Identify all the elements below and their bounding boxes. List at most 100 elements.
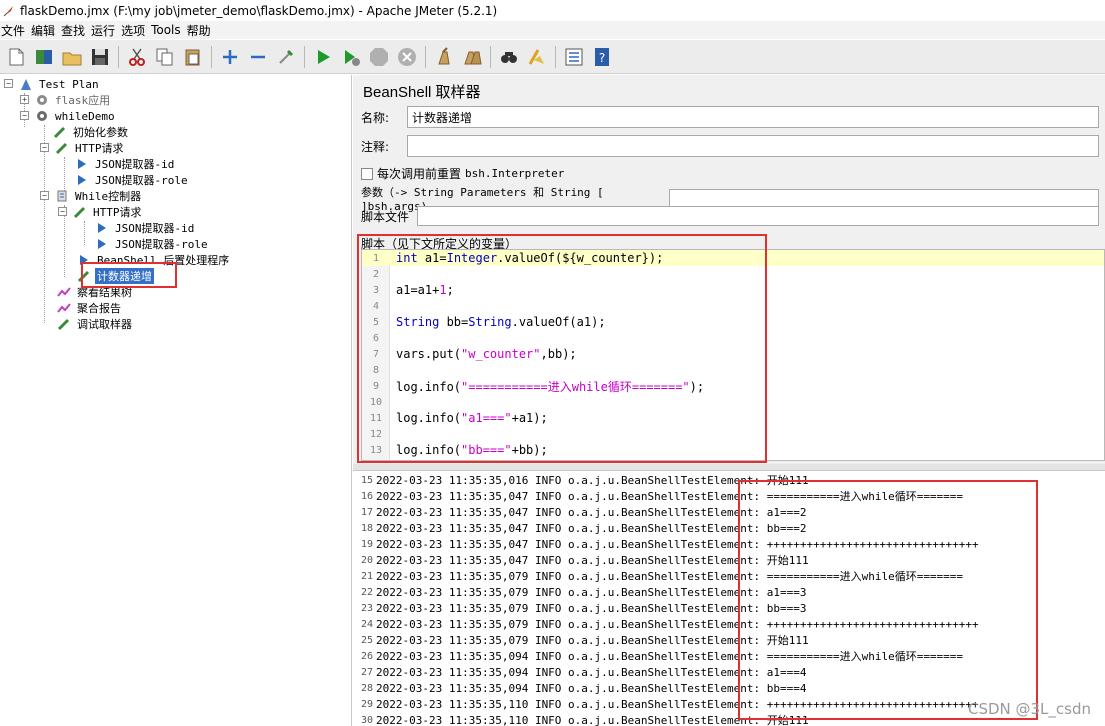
start-icon[interactable] [312,46,334,68]
tree-node-json-id-2[interactable]: JSON提取器-id [94,220,196,236]
log-line: 22 2022-03-23 11:35:35,079 INFO o.a.j.u.B… [353,584,807,600]
tree-node-json-id-1[interactable]: JSON提取器-id [74,156,176,172]
function-helper-icon[interactable] [563,46,585,68]
script-line[interactable]: 3 a1=a1+1; [362,282,1104,298]
log-line: 20 2022-03-23 11:35:35,047 INFO o.a.j.u.B… [353,552,809,568]
menu-run[interactable]: 运行 [90,22,120,39]
name-label: 名称: [361,110,390,125]
reset-interpreter-checkbox[interactable] [361,167,373,180]
paste-icon[interactable] [182,46,204,68]
stop-icon[interactable] [368,46,390,68]
tree-node-json-role-2[interactable]: JSON提取器-role [94,236,210,252]
shutdown-icon[interactable] [396,46,418,68]
line-number: 13 [369,444,383,456]
tree-node-flask[interactable]: + flask应用 [20,92,112,108]
script-line[interactable]: 1 int a1=Integer.valueOf(${w_counter}); [362,250,1104,266]
log-line: 19 2022-03-23 11:35:35,047 INFO o.a.j.u.B… [353,536,979,552]
script-line[interactable]: 6 [362,330,1104,346]
test-plan-tree: − Test Plan + flask应用 − whileDemo 初始化参数 … [0,75,352,726]
log-line-text: 2022-03-23 11:35:35,094 INFO o.a.j.u.Bea… [376,681,807,695]
tree-node-aggregate-report[interactable]: 聚合报告 [56,300,123,316]
log-line-number: 26 [360,650,373,662]
script-line[interactable]: 2 [362,266,1104,282]
expand-toggle[interactable]: + [20,95,29,104]
post-processor-arrow-icon [74,157,90,171]
log-line-text: 2022-03-23 11:35:35,047 INFO o.a.j.u.Bea… [376,554,809,567]
title-bar: flaskDemo.jmx (F:\my job\jmeter_demo\fla… [0,0,1105,21]
expand-icon[interactable] [219,46,241,68]
collapse-toggle[interactable]: − [58,207,67,216]
toolbar-separator [490,45,491,68]
script-line[interactable]: 9 log.info("===========进入while循环=======")… [362,378,1104,394]
tree-node-while-controller[interactable]: − While控制器 [40,188,143,204]
script-line[interactable]: 4 [362,298,1104,314]
collapse-toggle[interactable]: − [40,191,49,200]
tree-node-counter-increment[interactable]: 计数器递增 [76,268,154,284]
collapse-toggle[interactable]: − [40,143,49,152]
collapse-toggle[interactable]: − [4,79,13,88]
tree-node-while-demo[interactable]: − whileDemo [20,108,117,124]
script-line[interactable]: 5 String bb=String.valueOf(a1); [362,314,1104,330]
clear-icon[interactable] [433,46,455,68]
cut-icon[interactable] [126,46,148,68]
svg-text:?: ? [599,51,605,65]
tree-node-debug-sampler[interactable]: 调试取样器 [56,316,134,332]
script-line[interactable]: 10 [362,394,1104,410]
comment-input[interactable] [407,135,1099,157]
line-number: 1 [372,252,380,264]
menu-help[interactable]: 帮助 [186,22,216,39]
tree-node-init-params[interactable]: 初始化参数 [52,124,130,140]
post-processor-arrow-icon [76,253,92,267]
line-number: 6 [372,332,380,344]
log-line: 28 2022-03-23 11:35:35,094 INFO o.a.j.u.B… [353,680,807,696]
help-icon[interactable]: ? [591,46,613,68]
script-file-input[interactable] [417,206,1099,226]
log-line-text: 2022-03-23 11:35:35,079 INFO o.a.j.u.Bea… [376,601,807,615]
tree-node-http-request-2[interactable]: − HTTP请求 [58,204,144,220]
menu-bar: 文件 编辑 查找 运行 选项 Tools 帮助 [0,21,1105,39]
menu-tools[interactable]: Tools [150,23,186,37]
search-icon[interactable] [498,46,520,68]
tree-node-view-results-tree[interactable]: 察看结果树 [56,284,134,300]
log-line-number: 15 [360,474,373,486]
name-input[interactable]: 计数器递增 [407,106,1099,128]
line-number: 12 [369,428,383,440]
menu-file[interactable]: 文件 [0,22,30,39]
menu-search[interactable]: 查找 [60,22,90,39]
menu-options[interactable]: 选项 [120,22,150,39]
new-icon[interactable] [5,46,27,68]
script-line[interactable]: 13 log.info("bb==="+bb); [362,442,1104,458]
script-line[interactable]: 8 [362,362,1104,378]
reset-search-icon[interactable] [526,46,548,68]
script-line[interactable]: 12 [362,426,1104,442]
log-line: 25 2022-03-23 11:35:35,079 INFO o.a.j.u.B… [353,632,809,648]
collapse-icon[interactable] [247,46,269,68]
script-file-label: 脚本文件 [361,209,410,224]
copy-icon[interactable] [154,46,176,68]
jmeter-feather-icon [3,5,13,16]
tree-node-beanshell-post[interactable]: BeanShell 后置处理程序 [76,252,231,268]
reset-interpreter-class: bsh.Interpreter [465,167,565,180]
tree-node-http-request-1[interactable]: − HTTP请求 [40,140,126,156]
collapse-toggle[interactable]: − [20,111,29,120]
tree-node-test-plan[interactable]: − Test Plan [2,76,101,92]
tree-node-json-role-1[interactable]: JSON提取器-role [74,172,190,188]
log-line: 26 2022-03-23 11:35:35,094 INFO o.a.j.u.B… [353,648,963,664]
script-line[interactable]: 7 vars.put("w_counter",bb); [362,346,1104,362]
save-icon[interactable] [89,46,111,68]
clear-all-icon[interactable] [461,46,483,68]
log-line: 21 2022-03-23 11:35:35,079 INFO o.a.j.u.B… [353,568,963,584]
script-line[interactable]: 11 log.info("a1==="+a1); [362,410,1104,426]
log-line-text: 2022-03-23 11:35:35,079 INFO o.a.j.u.Bea… [376,570,964,583]
toggle-icon[interactable] [275,46,297,68]
templates-icon[interactable] [33,46,55,68]
start-no-pause-icon[interactable] [340,46,362,68]
panel-title: BeanShell 取样器 [363,84,481,101]
log-viewer[interactable]: 15 2022-03-23 11:35:35,016 INFO o.a.j.u.B… [353,470,1105,726]
log-line-text: 2022-03-23 11:35:35,079 INFO o.a.j.u.Bea… [376,617,979,631]
log-line: 29 2022-03-23 11:35:35,110 INFO o.a.j.u.B… [353,696,979,712]
open-icon[interactable] [61,46,83,68]
menu-edit[interactable]: 编辑 [30,22,60,39]
log-line-text: 2022-03-23 11:35:35,047 INFO o.a.j.u.Bea… [376,490,964,503]
script-editor[interactable]: 1 int a1=Integer.valueOf(${w_counter}); 2 3… [361,249,1105,461]
